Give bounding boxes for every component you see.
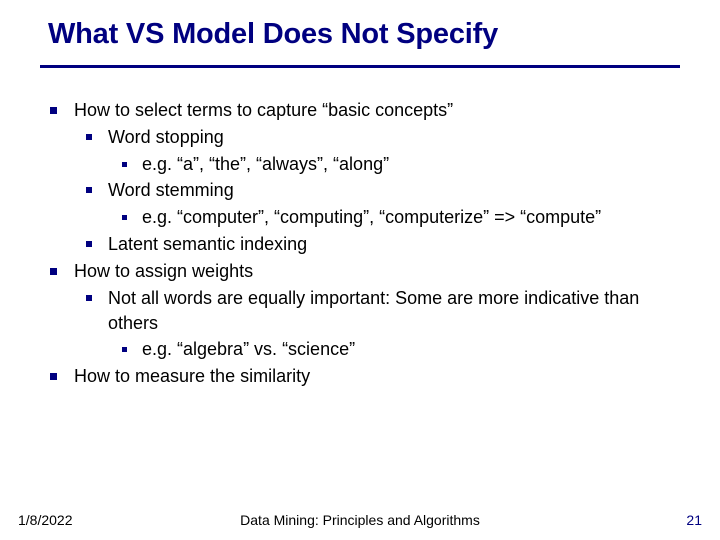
bullet-text: How to select terms to capture “basic co…: [74, 100, 453, 120]
bullet-icon: [122, 347, 127, 352]
bullet-icon: [122, 162, 127, 167]
list-item: How to assign weights Not all words are …: [40, 259, 680, 362]
bullet-text: e.g. “algebra” vs. “science”: [142, 339, 355, 359]
list-item: How to measure the similarity: [40, 364, 680, 389]
list-item: Word stopping e.g. “a”, “the”, “always”,…: [74, 125, 680, 177]
list-item: Not all words are equally important: Som…: [74, 286, 680, 362]
footer-center: Data Mining: Principles and Algorithms: [0, 512, 720, 528]
bullet-text: e.g. “computer”, “computing”, “computeri…: [142, 207, 601, 227]
slide-title: What VS Model Does Not Specify: [48, 18, 680, 51]
bullet-text: How to measure the similarity: [74, 366, 310, 386]
bullet-icon: [86, 187, 92, 193]
bullet-text: Word stopping: [108, 127, 224, 147]
bullet-icon: [86, 134, 92, 140]
bullet-icon: [86, 295, 92, 301]
bullet-text: Latent semantic indexing: [108, 234, 307, 254]
list-item: e.g. “a”, “the”, “always”, “along”: [108, 152, 680, 177]
bullet-icon: [86, 241, 92, 247]
bullet-text: Not all words are equally important: Som…: [108, 288, 639, 333]
bullet-icon: [122, 215, 127, 220]
bullet-list: How to select terms to capture “basic co…: [40, 98, 680, 389]
slide-content: How to select terms to capture “basic co…: [40, 98, 680, 389]
slide-footer: 1/8/2022 Data Mining: Principles and Alg…: [0, 506, 720, 528]
list-item: e.g. “algebra” vs. “science”: [108, 337, 680, 362]
bullet-text: Word stemming: [108, 180, 234, 200]
bullet-text: How to assign weights: [74, 261, 253, 281]
title-underline: [40, 65, 680, 68]
bullet-icon: [50, 107, 57, 114]
bullet-text: e.g. “a”, “the”, “always”, “along”: [142, 154, 389, 174]
bullet-icon: [50, 373, 57, 380]
slide: What VS Model Does Not Specify How to se…: [0, 0, 720, 540]
list-item: How to select terms to capture “basic co…: [40, 98, 680, 257]
list-item: e.g. “computer”, “computing”, “computeri…: [108, 205, 680, 230]
bullet-icon: [50, 268, 57, 275]
list-item: Word stemming e.g. “computer”, “computin…: [74, 178, 680, 230]
list-item: Latent semantic indexing: [74, 232, 680, 257]
footer-page-number: 21: [686, 512, 702, 528]
